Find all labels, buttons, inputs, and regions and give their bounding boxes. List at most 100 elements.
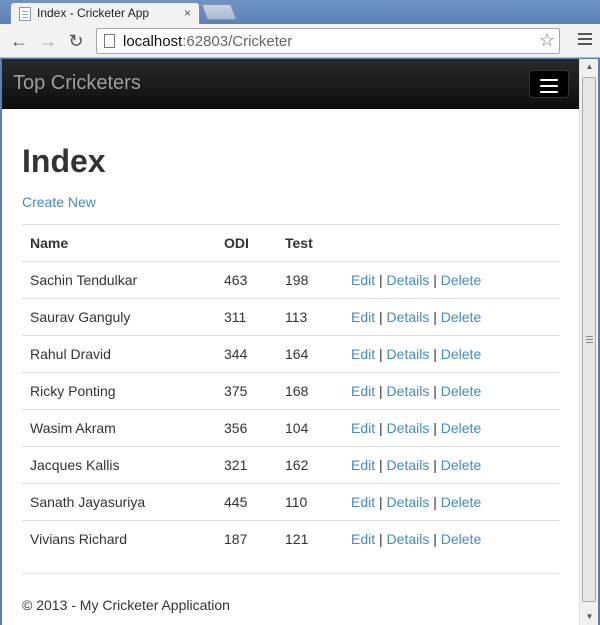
delete-link[interactable]: Delete [441,272,481,288]
browser-tab[interactable]: Index - Cricketer App × [10,2,200,24]
delete-link[interactable]: Delete [441,346,481,362]
action-separator: | [433,531,437,548]
footer-text: © 2013 - My Cricketer Application [22,597,230,613]
delete-link[interactable]: Delete [441,420,481,436]
action-separator: | [433,272,437,288]
navbar-brand[interactable]: Top Cricketers [13,72,141,95]
table-row: Sachin Tendulkar 463 198 Edit | Details | D… [22,261,559,299]
action-separator: | [379,457,383,473]
main-content: Index Create New Name ODI Test Sachin Te… [22,109,559,558]
action-separator: | [379,531,383,548]
table-row: Vivians Richard 187 121 Edit | Details | De… [22,520,559,558]
cell-test: 113 [277,298,343,336]
cell-odi: 463 [216,261,277,299]
table-row: Wasim Akram 356 104 Edit | Details | Delete [22,409,559,447]
delete-link[interactable]: Delete [441,494,481,510]
table-header-row: Name ODI Test [22,224,559,262]
browser-menu-icon[interactable] [578,33,592,47]
action-separator: | [379,346,383,362]
details-link[interactable]: Details [387,457,430,473]
cell-test: 168 [277,372,343,410]
edit-link[interactable]: Edit [351,531,375,547]
browser-toolbar: ← → ↻ localhost:62803/Cricketer ☆ [0,24,600,58]
url-text: localhost:62803/Cricketer [123,33,293,50]
delete-link[interactable]: Delete [441,383,481,399]
cell-odi: 344 [216,335,277,373]
action-separator: | [379,272,383,288]
cell-name: Rahul Dravid [22,335,216,373]
details-link[interactable]: Details [387,383,430,399]
details-link[interactable]: Details [387,346,430,362]
header-odi: ODI [216,224,277,262]
cricketer-table: Name ODI Test Sachin Tendulkar 463 198 Edit… [22,224,559,558]
cell-odi: 311 [216,298,277,336]
cell-name: Sanath Jayasuriya [22,483,216,521]
tab-title: Index - Cricketer App [37,6,150,20]
action-separator: | [433,383,437,399]
cell-test: 104 [277,409,343,447]
delete-link[interactable]: Delete [441,457,481,473]
scroll-thumb[interactable] [582,77,596,602]
action-separator: | [379,420,383,436]
address-bar[interactable]: localhost:62803/Cricketer ☆ [96,28,560,54]
forward-arrow-icon[interactable]: → [37,30,59,52]
table-row: Ricky Ponting 375 168 Edit | Details | Dele… [22,372,559,410]
page-title: Index [22,143,106,179]
details-link[interactable]: Details [387,494,430,510]
reload-icon[interactable]: ↻ [65,30,87,52]
page-viewport: Top Cricketers Index Create New Name ODI… [2,59,579,625]
table-row: Rahul Dravid 344 164 Edit | Details | Delet… [22,335,559,373]
cell-test: 162 [277,446,343,484]
cell-name: Sachin Tendulkar [22,261,216,299]
details-link[interactable]: Details [387,309,430,325]
new-tab-button[interactable] [201,4,237,20]
cell-test: 121 [277,520,343,558]
action-separator: | [433,346,437,362]
vertical-scrollbar[interactable]: ▲ ▼ [579,59,598,625]
action-separator: | [433,309,437,325]
edit-link[interactable]: Edit [351,383,375,399]
navbar-toggle-icon[interactable] [529,70,569,98]
delete-link[interactable]: Delete [441,531,481,547]
cell-actions: Edit | Details | Delete [343,372,559,410]
cell-actions: Edit | Details | Delete [343,446,559,484]
cell-name: Jacques Kallis [22,446,216,484]
cell-actions: Edit | Details | Delete [343,409,559,447]
edit-link[interactable]: Edit [351,494,375,510]
edit-link[interactable]: Edit [351,457,375,473]
back-arrow-icon[interactable]: ← [8,30,30,52]
details-link[interactable]: Details [387,272,430,288]
header-name: Name [22,224,216,262]
edit-link[interactable]: Edit [351,420,375,436]
action-separator: | [433,494,437,510]
action-separator: | [433,457,437,473]
cell-actions: Edit | Details | Delete [343,261,559,299]
action-separator: | [433,420,437,436]
create-new-link[interactable]: Create New [22,194,96,210]
edit-link[interactable]: Edit [351,309,375,325]
footer-divider [22,573,559,574]
cell-name: Saurav Ganguly [22,298,216,336]
table-row: Saurav Ganguly 311 113 Edit | Details | Del… [22,298,559,336]
cell-actions: Edit | Details | Delete [343,520,559,558]
scroll-down-icon[interactable]: ▼ [580,609,599,625]
cell-name: Ricky Ponting [22,372,216,410]
scroll-up-icon[interactable]: ▲ [580,59,599,75]
cell-test: 164 [277,335,343,373]
details-link[interactable]: Details [387,420,430,436]
cell-odi: 356 [216,409,277,447]
bookmark-star-icon[interactable]: ☆ [539,30,555,51]
edit-link[interactable]: Edit [351,272,375,288]
cell-actions: Edit | Details | Delete [343,335,559,373]
delete-link[interactable]: Delete [441,309,481,325]
header-test: Test [277,224,343,262]
cell-actions: Edit | Details | Delete [343,483,559,521]
tab-close-icon[interactable]: × [184,6,191,20]
cell-odi: 321 [216,446,277,484]
edit-link[interactable]: Edit [351,346,375,362]
page-icon [104,34,115,48]
table-row: Jacques Kallis 321 162 Edit | Details | Del… [22,446,559,484]
cell-odi: 187 [216,520,277,558]
cell-actions: Edit | Details | Delete [343,298,559,336]
details-link[interactable]: Details [387,531,430,547]
